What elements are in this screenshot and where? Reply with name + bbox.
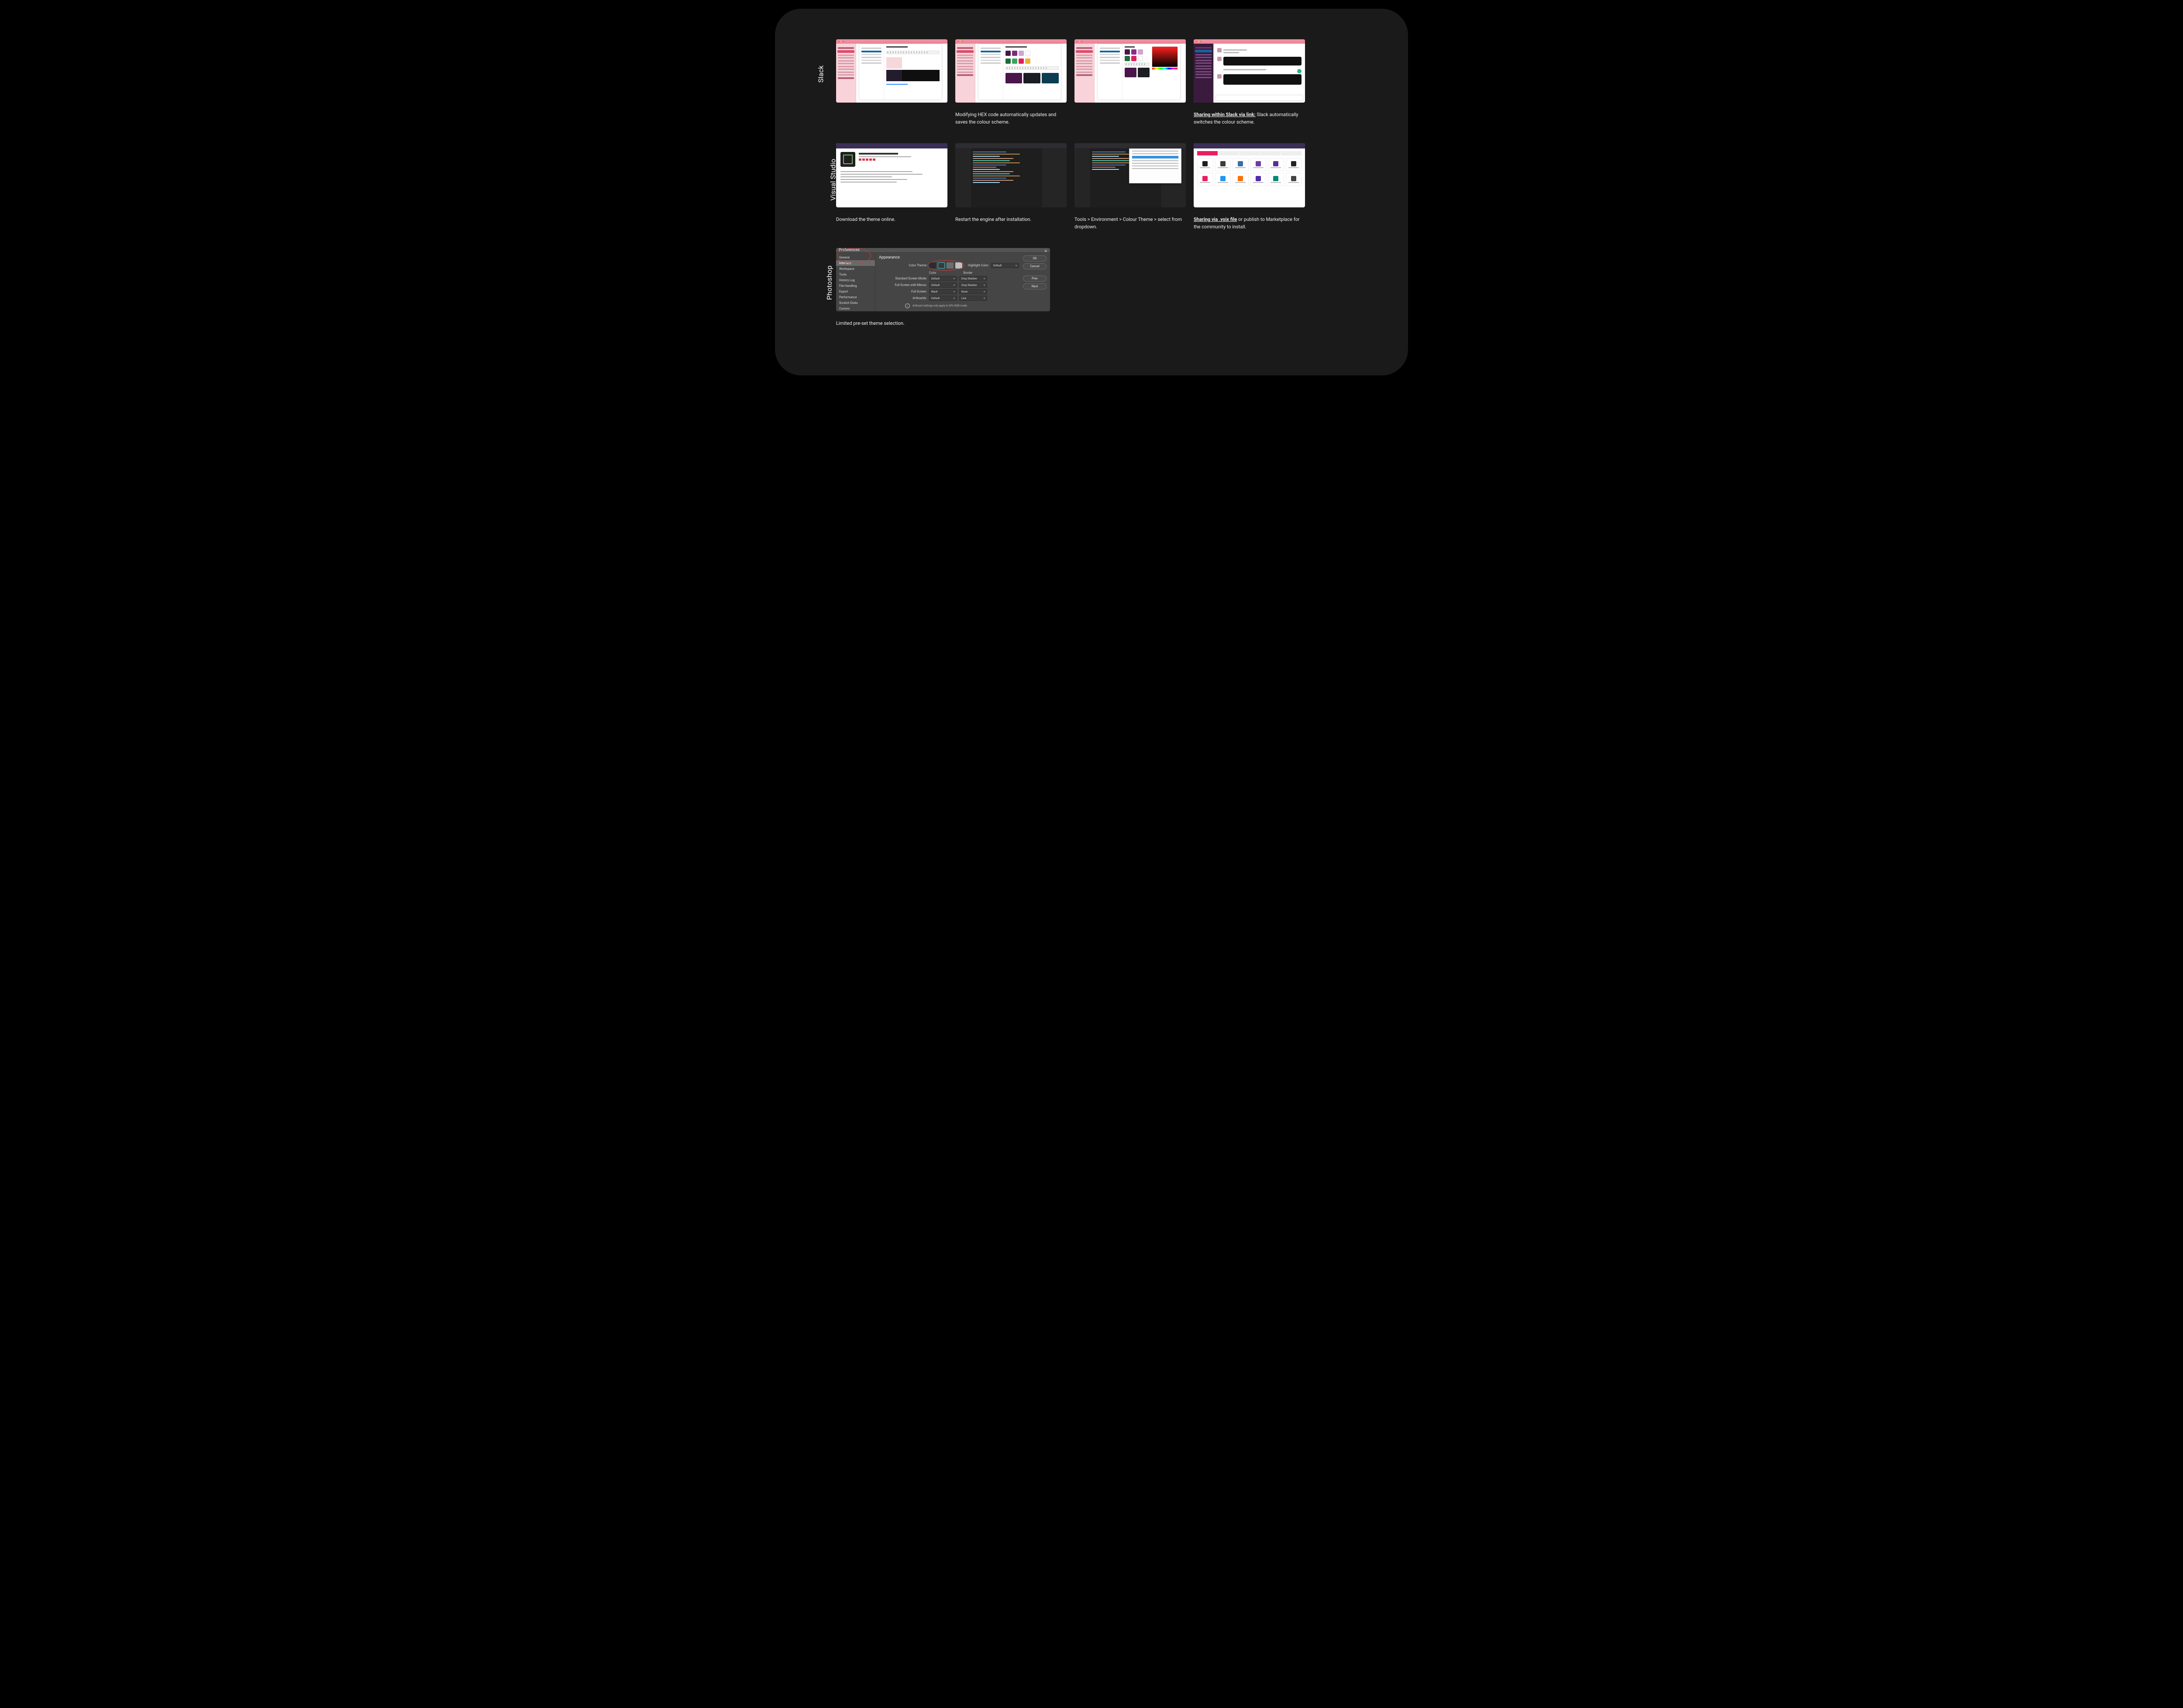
ps-info-text: Artboard settings only apply to GPU RGB … xyxy=(912,304,968,307)
vs-thumbnail-3 xyxy=(1074,143,1186,207)
ps-side-interface[interactable]: Interface xyxy=(836,260,875,266)
slack-cell-2: Modifying HEX code automatically updates… xyxy=(955,39,1067,126)
ps-select-fullmenus-color[interactable]: Default xyxy=(929,282,957,288)
vs-caption-1: Download the theme online. xyxy=(836,216,945,224)
color-picker-icon xyxy=(1152,46,1178,67)
vs-thumbnail-4 xyxy=(1194,143,1305,207)
annotation-oval-icon xyxy=(927,260,964,271)
ps-prev-button[interactable]: Prev xyxy=(1023,275,1047,282)
ps-label-fullmenus: Full Screen with Menus: xyxy=(879,283,927,287)
ps-label-fullscreen: Full Screen: xyxy=(879,290,927,293)
ps-side-scratch[interactable]: Scratch Disks xyxy=(836,300,875,306)
slack-thumbnail-4 xyxy=(1194,39,1305,103)
row-label-slack: Slack xyxy=(816,65,825,83)
info-icon: i xyxy=(905,303,910,308)
slack-thumbnail-1 xyxy=(836,39,947,103)
vs-thumbnail-2 xyxy=(955,143,1067,207)
ps-ok-button[interactable]: OK xyxy=(1023,255,1047,262)
ps-side-tools[interactable]: Tools xyxy=(836,272,875,277)
ps-section-heading: Appearance xyxy=(879,255,1019,260)
ps-side-workspace[interactable]: Workspace xyxy=(836,266,875,272)
ps-side-history[interactable]: History Log xyxy=(836,277,875,283)
comparison-slide: Slack xyxy=(775,9,1408,375)
ps-cell-1: Preferences ✕ General Interface Workspac… xyxy=(836,248,1050,327)
ps-subhead-border: Border xyxy=(964,271,973,275)
theme-logo-icon xyxy=(840,152,855,167)
ps-side-cursors[interactable]: Cursors xyxy=(836,306,875,311)
vs-cell-3: Tools > Environment > Colour Theme > sel… xyxy=(1074,143,1186,231)
vs-caption-4-link: Sharing via .vsix file xyxy=(1194,217,1237,222)
vs-cell-1: Download the theme online. xyxy=(836,143,947,224)
ps-label-std: Standard Screen Mode: xyxy=(879,277,927,280)
ps-title-text: Preferences xyxy=(839,248,860,252)
ps-caption: Limited pre-set theme selection. xyxy=(836,320,945,327)
slack-cell-3 xyxy=(1074,39,1186,111)
ps-side-file[interactable]: File Handling xyxy=(836,283,875,289)
ps-subhead-color: Color xyxy=(929,271,937,275)
ps-select-fullscreen-border[interactable]: None xyxy=(959,289,987,294)
row-ps: Photoshop Preferences ✕ General Interfac… xyxy=(836,248,1377,327)
ps-label-artboards: Artboards: xyxy=(879,296,927,300)
ps-side-export[interactable]: Export xyxy=(836,289,875,294)
ps-side-perf[interactable]: Performance xyxy=(836,294,875,300)
vs-thumbnail-1 xyxy=(836,143,947,207)
ps-select-fullscreen-color[interactable]: Black xyxy=(929,289,957,294)
ps-select-fullmenus-border[interactable]: Drop Shadow xyxy=(959,282,987,288)
row-label-ps: Photoshop xyxy=(825,265,833,300)
ps-next-button[interactable]: Next xyxy=(1023,283,1047,289)
ps-cancel-button[interactable]: Cancel xyxy=(1023,263,1047,269)
ps-label-highlight: Highlight Color: xyxy=(968,264,989,267)
slack-thumbnail-2 xyxy=(955,39,1067,103)
ps-select-std-border[interactable]: Drop Shadow xyxy=(959,276,987,281)
slack-cell-1 xyxy=(836,39,947,111)
vs-cell-2: Restart the engine after installation. xyxy=(955,143,1067,224)
row-slack: Slack xyxy=(836,39,1377,126)
slack-caption-4: Sharing within Slack via link: Slack aut… xyxy=(1194,111,1303,126)
slack-caption-2: Modifying HEX code automatically updates… xyxy=(955,111,1064,126)
ps-side-general[interactable]: General xyxy=(836,255,875,260)
star-rating-icon xyxy=(859,158,876,161)
slack-caption-4-link: Sharing within Slack via link: xyxy=(1194,112,1256,117)
vs-caption-4: Sharing via .vsix file or publish to Mar… xyxy=(1194,216,1303,231)
ps-dialog-title: Preferences ✕ xyxy=(836,248,1050,253)
vs-caption-3: Tools > Environment > Colour Theme > sel… xyxy=(1074,216,1184,231)
vs-cell-4: Sharing via .vsix file or publish to Mar… xyxy=(1194,143,1305,231)
row-vs: Visual Studio xyxy=(836,143,1377,231)
options-dialog xyxy=(1129,148,1181,183)
ps-select-std-color[interactable]: Default xyxy=(929,276,957,281)
ps-select-artboards-border[interactable]: Line xyxy=(959,296,987,301)
close-icon[interactable]: ✕ xyxy=(1044,249,1047,254)
ps-select-highlight[interactable]: Default xyxy=(991,263,1019,268)
slack-thumbnail-3 xyxy=(1074,39,1186,103)
ps-sidebar: General Interface Workspace Tools Histor… xyxy=(836,253,875,311)
ps-thumbnail: Preferences ✕ General Interface Workspac… xyxy=(836,248,1050,311)
ps-select-artboards-color[interactable]: Default xyxy=(929,296,957,301)
ps-label-color-theme: Color Theme: xyxy=(879,264,927,267)
slack-cell-4: Sharing within Slack via link: Slack aut… xyxy=(1194,39,1305,126)
vs-caption-2: Restart the engine after installation. xyxy=(955,216,1064,224)
theme-title xyxy=(859,153,898,155)
